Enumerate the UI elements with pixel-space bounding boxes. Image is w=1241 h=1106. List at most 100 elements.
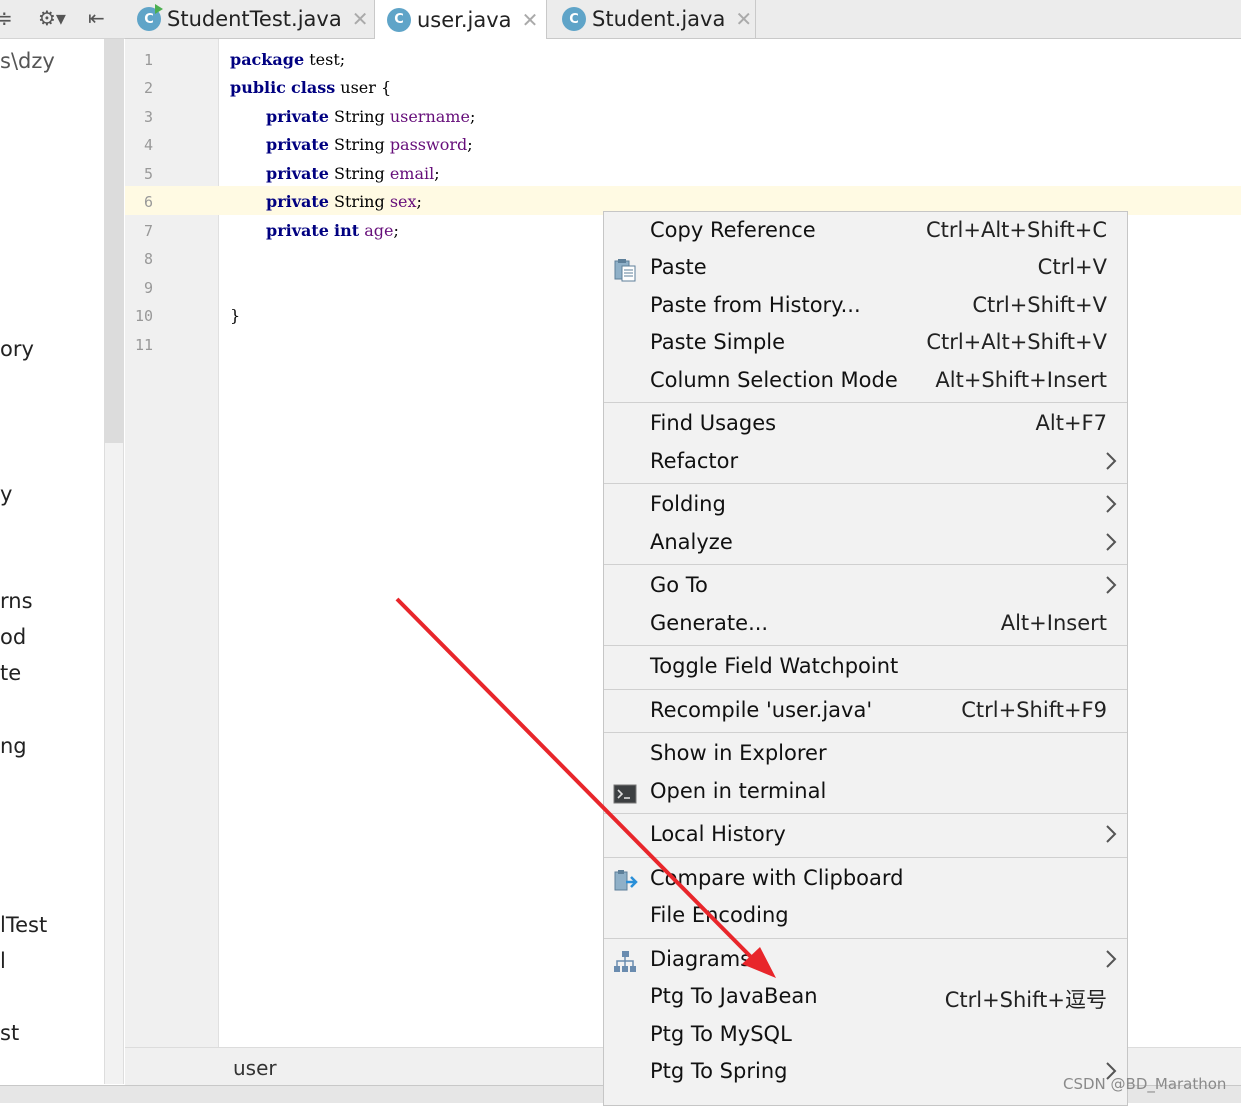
code-line-3: private String username;	[266, 107, 475, 126]
compare-clipboard-icon	[614, 870, 638, 891]
menu-item-toggle-field-watchpoint[interactable]: Toggle Field Watchpoint	[604, 650, 1127, 686]
menu-item-partial[interactable]	[604, 1092, 1127, 1105]
menu-item-refactor[interactable]: Refactor	[604, 445, 1127, 481]
code-text: test;	[304, 50, 346, 69]
menu-item-find-usages[interactable]: Find Usages Alt+F7	[604, 407, 1127, 443]
java-class-icon: C	[137, 4, 163, 31]
code-text: user {	[335, 78, 392, 97]
submenu-arrow-icon	[1106, 950, 1117, 968]
tree-item[interactable]: od	[0, 625, 26, 649]
collapse-icon[interactable]: ≑	[0, 6, 13, 30]
tree-path[interactable]: s\dzy	[0, 49, 55, 73]
menu-item-ptg-to-javabean[interactable]: Ptg To JavaBean Ctrl+Shift+逗号	[604, 980, 1127, 1016]
menu-separator	[604, 689, 1127, 690]
close-icon[interactable]: ✕	[352, 7, 369, 31]
menu-item-compare-with-clipboard[interactable]: Compare with Clipboard	[604, 862, 1127, 898]
submenu-arrow-icon	[1106, 533, 1117, 551]
menu-item-paste-simple[interactable]: Paste Simple Ctrl+Alt+Shift+V	[604, 326, 1127, 362]
menu-label: Find Usages	[650, 411, 777, 435]
field-name: age	[364, 221, 394, 240]
menu-separator	[604, 564, 1127, 565]
menu-shortcut: Alt+Shift+Insert	[935, 368, 1107, 392]
tab-student[interactable]: C Student.java ✕	[550, 0, 756, 38]
menu-label: Analyze	[650, 530, 733, 554]
close-icon[interactable]: ✕	[735, 7, 752, 31]
java-class-icon: C	[387, 7, 411, 32]
line-number: 6	[143, 193, 153, 211]
tree-item[interactable]: rns	[0, 589, 33, 613]
menu-item-copy-reference[interactable]: Copy Reference Ctrl+Alt+Shift+C	[604, 214, 1127, 250]
menu-separator	[604, 645, 1127, 646]
tab-label: Student.java	[592, 7, 726, 31]
menu-item-file-encoding[interactable]: File Encoding	[604, 899, 1127, 935]
keyword: int	[334, 221, 360, 240]
keyword: package	[230, 50, 305, 69]
field-name: username	[389, 107, 470, 126]
menu-label: Toggle Field Watchpoint	[650, 654, 899, 678]
tree-item[interactable]: ng	[0, 734, 27, 758]
tree-item[interactable]: y	[0, 482, 12, 506]
menu-shortcut: Ctrl+Shift+V	[972, 293, 1107, 317]
menu-item-ptg-to-mysql[interactable]: Ptg To MySQL	[604, 1018, 1127, 1054]
project-tree: s\dzy ory y rns od te ng lTest l st	[0, 39, 104, 1084]
menu-item-paste[interactable]: Paste Ctrl+V	[604, 251, 1127, 287]
menu-item-open-in-terminal[interactable]: Open in terminal	[604, 775, 1127, 811]
keyword: private	[266, 135, 329, 154]
keyword: private	[266, 164, 329, 183]
sidebar-scroll-thumb[interactable]	[104, 39, 124, 443]
submenu-arrow-icon	[1106, 825, 1117, 843]
menu-item-column-selection-mode[interactable]: Column Selection Mode Alt+Shift+Insert	[604, 364, 1127, 400]
menu-item-ptg-to-spring[interactable]: Ptg To Spring	[604, 1055, 1127, 1091]
menu-item-generate[interactable]: Generate... Alt+Insert	[604, 607, 1127, 643]
semicolon: ;	[434, 164, 440, 183]
gear-icon[interactable]: ⚙▾	[38, 6, 66, 30]
terminal-icon	[613, 784, 637, 804]
line-number: 10	[134, 307, 153, 325]
submenu-arrow-icon	[1106, 576, 1117, 594]
menu-label: Diagrams	[650, 947, 752, 971]
menu-label: Refactor	[650, 449, 739, 473]
menu-shortcut: Ctrl+Shift+F9	[961, 698, 1107, 722]
tree-item[interactable]: lTest	[0, 913, 47, 937]
menu-label: Local History	[650, 822, 786, 846]
tree-item[interactable]: l	[0, 949, 6, 973]
menu-label: Paste from History...	[650, 293, 861, 317]
menu-item-go-to[interactable]: Go To	[604, 569, 1127, 605]
menu-item-local-history[interactable]: Local History	[604, 818, 1127, 854]
line-number: 4	[143, 136, 153, 154]
tab-label: user.java	[417, 7, 512, 32]
paste-icon	[614, 259, 636, 282]
menu-item-paste-history[interactable]: Paste from History... Ctrl+Shift+V	[604, 289, 1127, 325]
menu-item-folding[interactable]: Folding	[604, 488, 1127, 524]
code-line-4: private String password;	[266, 135, 473, 154]
tree-item[interactable]: ory	[0, 337, 34, 361]
hide-panel-icon[interactable]: ⇤	[88, 6, 105, 30]
tree-item[interactable]: st	[0, 1021, 19, 1045]
field-name: password	[389, 135, 468, 154]
breadcrumb-item[interactable]: user	[233, 1056, 277, 1080]
menu-label: Go To	[650, 573, 708, 597]
diagram-icon	[614, 951, 636, 972]
keyword: private	[266, 107, 329, 126]
menu-item-recompile[interactable]: Recompile 'user.java' Ctrl+Shift+F9	[604, 694, 1127, 730]
tab-user[interactable]: C user.java ✕	[375, 0, 547, 39]
menu-item-show-in-explorer[interactable]: Show in Explorer	[604, 737, 1127, 773]
menu-label: Copy Reference	[650, 218, 816, 242]
tree-item[interactable]: te	[0, 661, 21, 685]
java-class-icon: C	[562, 7, 586, 31]
context-menu: Copy Reference Ctrl+Alt+Shift+C Paste Ct…	[603, 211, 1128, 1106]
menu-label: Ptg To MySQL	[650, 1022, 792, 1046]
menu-item-analyze[interactable]: Analyze	[604, 526, 1127, 562]
line-number: 2	[143, 79, 153, 97]
menu-shortcut: Ctrl+Alt+Shift+V	[926, 330, 1107, 354]
menu-shortcut: Alt+Insert	[1000, 611, 1107, 635]
code-line-5: private String email;	[266, 164, 440, 183]
line-number: 3	[143, 108, 153, 126]
close-brace: }	[230, 306, 241, 325]
menu-label: Paste Simple	[650, 330, 786, 354]
field-name: sex	[389, 192, 417, 211]
code-line-7: private int age;	[266, 221, 399, 240]
tab-studenttest[interactable]: C StudentTest.java ✕	[125, 0, 375, 38]
menu-item-diagrams[interactable]: Diagrams	[604, 943, 1127, 979]
close-icon[interactable]: ✕	[522, 8, 539, 32]
